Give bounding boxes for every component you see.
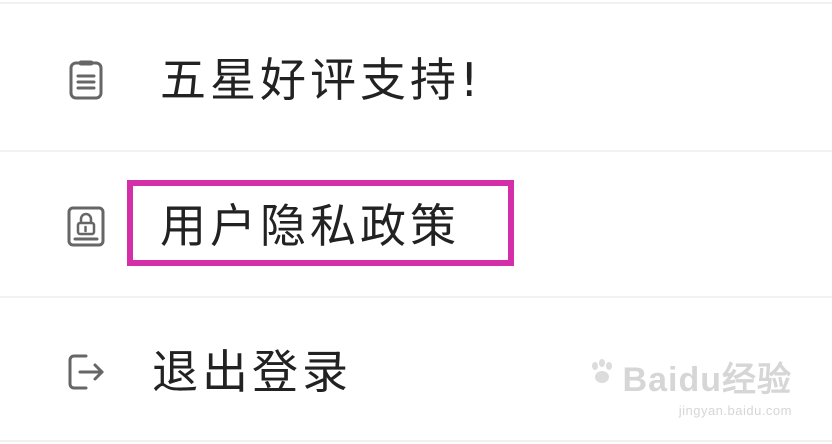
logout-icon xyxy=(62,348,110,396)
divider xyxy=(0,2,832,4)
paw-icon xyxy=(587,357,617,396)
watermark-brand-text: Baidu经验 xyxy=(622,361,792,399)
divider xyxy=(0,440,832,442)
divider xyxy=(0,150,832,152)
menu-item-rate-five-stars[interactable]: 五星好评支持! xyxy=(0,10,832,150)
menu-item-label: 退出登录 xyxy=(152,345,352,399)
highlight-annotation-box xyxy=(127,180,514,266)
watermark: Baidu经验 jingyan.baidu.com xyxy=(587,352,792,418)
divider xyxy=(0,296,832,298)
watermark-brand: Baidu经验 xyxy=(587,352,792,401)
clipboard-list-icon xyxy=(62,56,110,104)
lock-document-icon xyxy=(62,202,110,250)
watermark-url: jingyan.baidu.com xyxy=(678,403,792,418)
menu-item-label: 五星好评支持! xyxy=(160,53,483,107)
